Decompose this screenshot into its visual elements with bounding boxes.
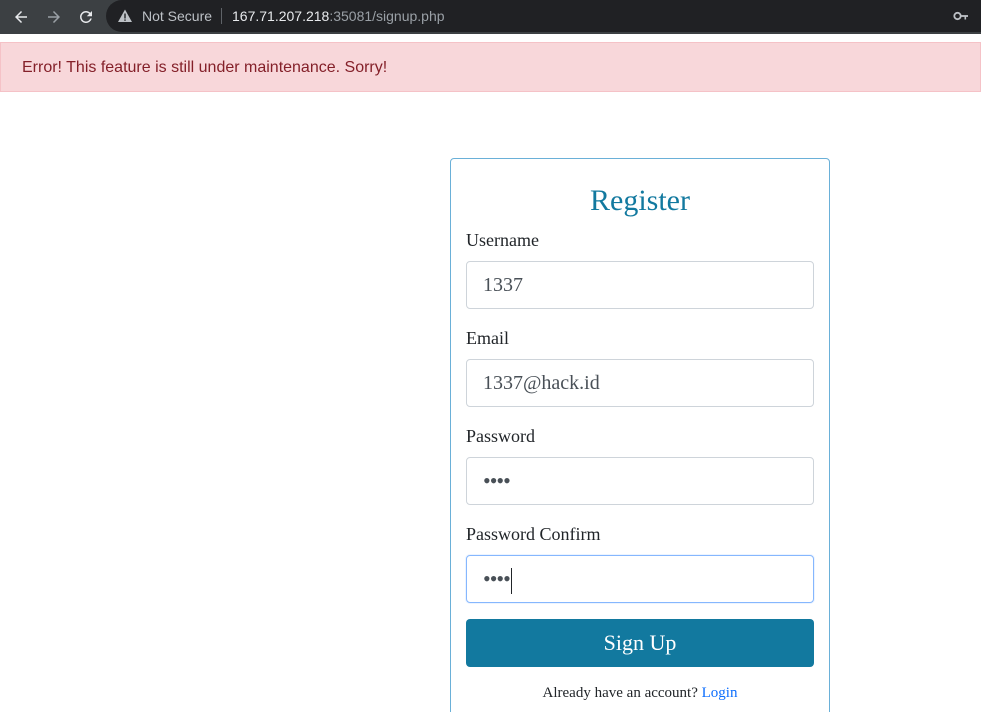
username-field[interactable]: 1337 (466, 261, 814, 309)
register-card: Register Username 1337 Email 1337@hack.i… (450, 158, 830, 712)
email-label: Email (466, 328, 509, 348)
url-host: 167.71.207.218 (232, 8, 330, 24)
page-title: Register (590, 184, 690, 217)
back-icon (15, 11, 27, 23)
password-confirm-label: Password Confirm (466, 524, 601, 544)
email-field[interactable]: 1337@hack.id (466, 359, 814, 407)
login-prompt: Already have an account? Login (451, 683, 829, 703)
password-mask: •••• (483, 468, 511, 493)
address-bar[interactable]: Not Secure 167.71.207.218:35081/signup.p… (106, 0, 981, 32)
url-path: :35081/signup.php (329, 8, 445, 24)
warning-icon[interactable] (117, 8, 133, 24)
forward-icon (48, 11, 60, 23)
address-bar-divider (221, 8, 222, 24)
reload-button[interactable] (74, 5, 98, 29)
reload-icon (79, 10, 92, 23)
login-prompt-text: Already have an account? (542, 685, 698, 701)
back-button[interactable] (9, 5, 33, 29)
browser-toolbar: Not Secure 167.71.207.218:35081/signup.p… (0, 0, 981, 34)
key-icon[interactable] (953, 9, 969, 23)
password-confirm-field[interactable]: •••• (466, 555, 814, 603)
security-label[interactable]: Not Secure (142, 8, 212, 24)
login-link[interactable]: Login (702, 685, 738, 701)
text-caret (510, 568, 512, 595)
password-label: Password (466, 426, 536, 446)
password-confirm-mask: •••• (483, 566, 511, 591)
error-alert: Error! This feature is still under maint… (0, 42, 981, 92)
password-field[interactable]: •••• (466, 457, 814, 505)
sign-up-button[interactable]: Sign Up (466, 619, 814, 667)
username-label: Username (466, 230, 539, 250)
url-text[interactable]: 167.71.207.218:35081/signup.php (232, 8, 445, 24)
forward-button[interactable] (42, 5, 66, 29)
